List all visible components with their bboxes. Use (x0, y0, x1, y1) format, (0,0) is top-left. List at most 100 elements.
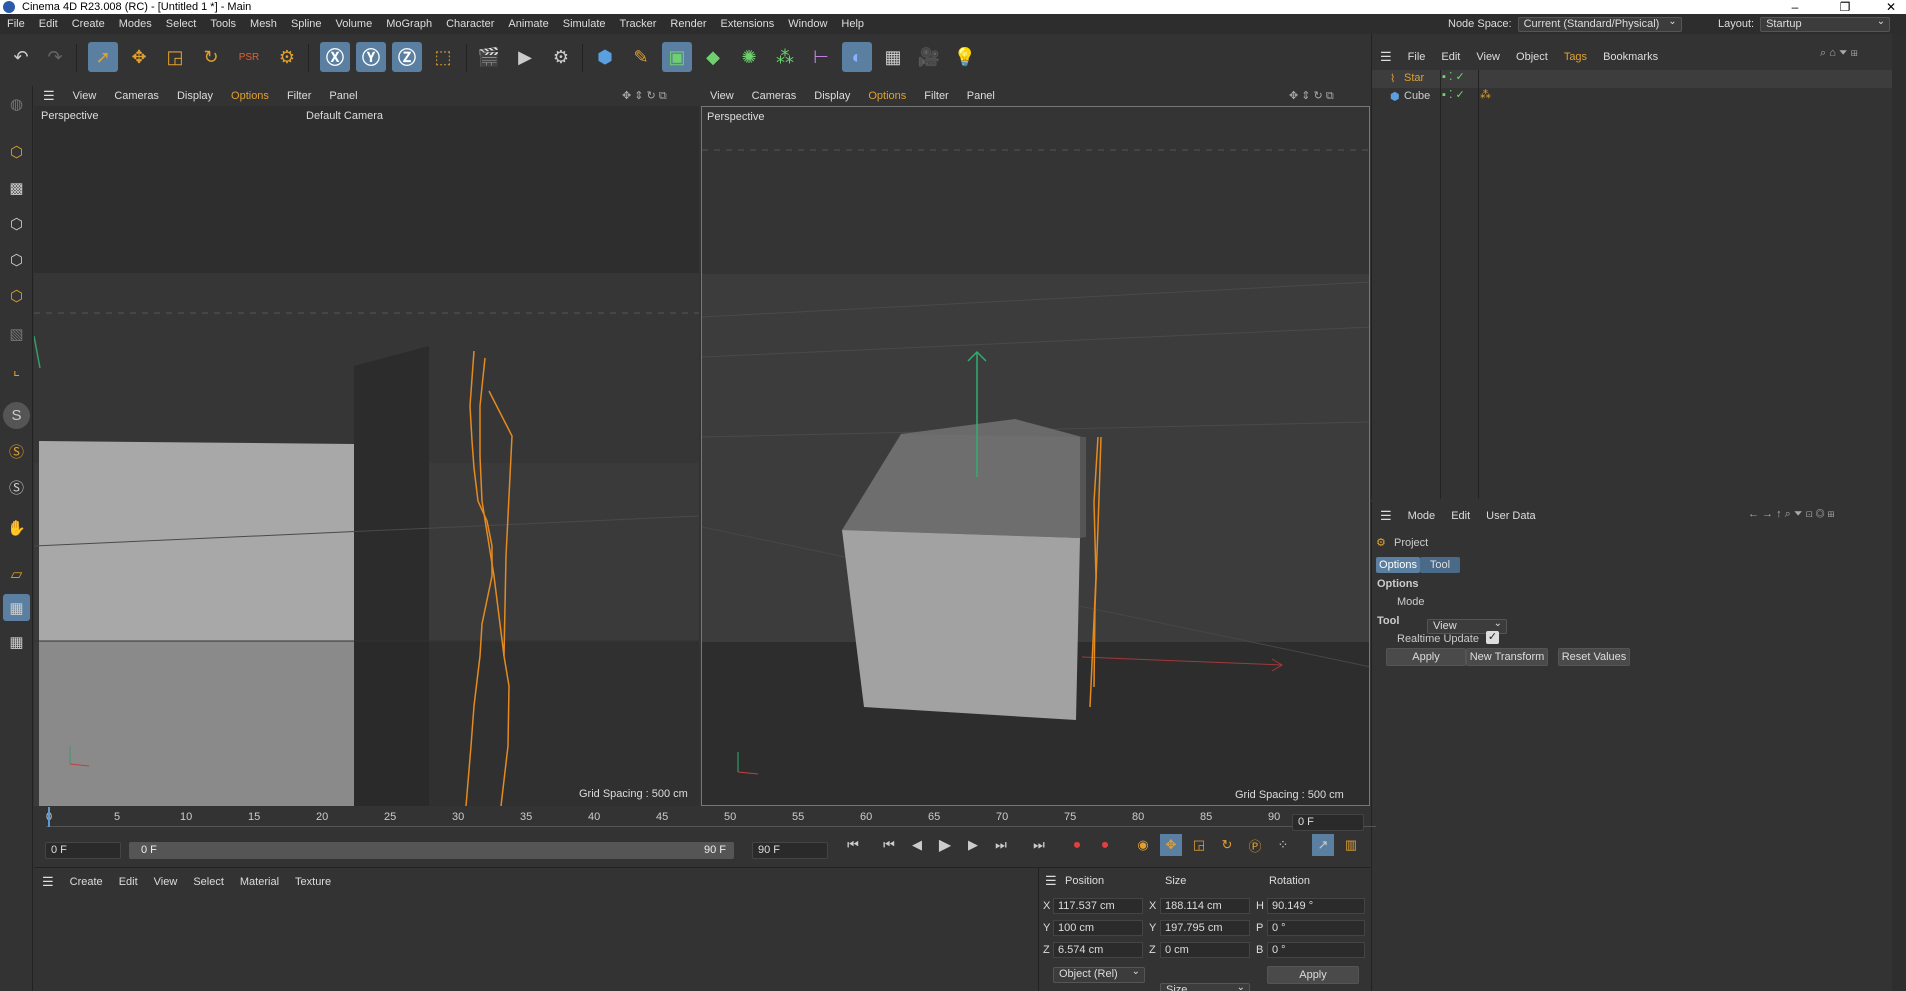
hamburger-icon[interactable]: ☰ (34, 874, 62, 890)
material-tag-icon[interactable]: ⁂ (1480, 88, 1491, 101)
select-tool-icon[interactable]: ➚ (88, 42, 118, 72)
object-row-cube[interactable]: ⬢ Cube ▪ ⁚ ✓ ⁂ (1372, 88, 1906, 106)
timeline-window-icon[interactable]: ▥ (1340, 834, 1362, 856)
vp-right-nav-icons[interactable]: ✥ ⇕ ↻ ⧉ (1289, 89, 1334, 103)
apply-button[interactable]: Apply (1386, 648, 1466, 666)
record-position-icon[interactable]: ✥ (1160, 834, 1182, 856)
om-object-menu[interactable]: Object (1508, 51, 1556, 63)
move-tool-icon[interactable]: ✥ (124, 42, 154, 72)
tab-options[interactable]: Options (1376, 557, 1420, 573)
vp-right-view-menu[interactable]: View (701, 90, 743, 102)
am-mode-menu[interactable]: Mode (1400, 510, 1444, 522)
camera-icon[interactable]: 🎥 (914, 42, 944, 72)
timeline-ruler[interactable]: 0 5 10 15 20 25 30 35 40 45 50 55 60 65 … (46, 807, 1376, 827)
solo-icon[interactable]: ▦ (3, 628, 30, 655)
extrude-icon[interactable]: ◆ (698, 42, 728, 72)
position-z-field[interactable]: 6.574 cm (1053, 942, 1143, 958)
field-icon[interactable]: ◐ (842, 42, 872, 72)
om-file-menu[interactable]: File (1400, 51, 1434, 63)
size-x-field[interactable]: 188.114 cm (1160, 898, 1250, 914)
rotate-tool-icon[interactable]: ↻ (196, 42, 226, 72)
side-tabs[interactable] (1892, 34, 1906, 991)
cube-visibility-icon[interactable]: ▪ ⁚ ✓ (1442, 88, 1465, 101)
vp-left-panel-menu[interactable]: Panel (320, 90, 366, 102)
psr-tool-icon[interactable]: PSR (234, 42, 264, 72)
tweak-icon[interactable]: ✋ (3, 514, 30, 541)
node-space-dropdown[interactable]: Current (Standard/Physical) (1517, 15, 1682, 32)
menu-create[interactable]: Create (65, 18, 112, 30)
playhead[interactable] (48, 807, 50, 827)
minimize-icon[interactable]: – (1780, 0, 1810, 14)
coordinates-apply-button[interactable]: Apply (1267, 966, 1359, 984)
light-icon[interactable]: 💡 (950, 42, 980, 72)
subdivision-icon[interactable]: ▣ (662, 42, 692, 72)
mm-select-menu[interactable]: Select (185, 876, 232, 888)
menu-volume[interactable]: Volume (329, 18, 380, 30)
hamburger-icon[interactable]: ☰ (1372, 49, 1400, 65)
am-userdata-menu[interactable]: User Data (1478, 510, 1544, 522)
menu-mograph[interactable]: MoGraph (379, 18, 439, 30)
render-region-icon[interactable]: 🎬 (474, 42, 504, 72)
autokey-icon[interactable]: ⏺ (1094, 834, 1116, 856)
menu-file[interactable]: File (0, 18, 32, 30)
menu-help[interactable]: Help (834, 18, 871, 30)
uv-mode-icon[interactable]: ▧ (3, 320, 30, 347)
hamburger-icon[interactable]: ☰ (1372, 508, 1400, 524)
play-icon[interactable]: ▶ (934, 834, 956, 856)
hamburger-icon[interactable]: ☰ (1045, 873, 1057, 889)
coordinate-system-icon[interactable]: ⬚ (428, 42, 458, 72)
left-viewport[interactable]: Perspective Default Camera Grid Spacing … (34, 106, 699, 806)
menu-character[interactable]: Character (439, 18, 501, 30)
menu-tools[interactable]: Tools (203, 18, 243, 30)
model-mode-icon[interactable]: ⬡ (3, 138, 30, 165)
restore-icon[interactable]: ❐ (1830, 0, 1860, 14)
vp-right-cameras-menu[interactable]: Cameras (743, 90, 806, 102)
undo-icon[interactable]: ↶ (6, 42, 36, 72)
quantize-icon[interactable]: Ⓢ (3, 474, 30, 501)
om-edit-menu[interactable]: Edit (1433, 51, 1468, 63)
axis-mode-icon[interactable]: ⌞ (3, 356, 30, 383)
object-name-star[interactable]: Star (1404, 72, 1424, 84)
next-key-icon[interactable]: ⏭ (990, 834, 1012, 856)
cube-object-icon[interactable]: ⬢ (590, 42, 620, 72)
redo-icon[interactable]: ↷ (40, 42, 70, 72)
snap-settings-icon[interactable]: Ⓢ (3, 438, 30, 465)
vp-right-panel-menu[interactable]: Panel (958, 90, 1004, 102)
keyframe-selection-icon[interactable]: ◉ (1132, 834, 1154, 856)
mm-material-menu[interactable]: Material (232, 876, 287, 888)
om-view-menu[interactable]: View (1468, 51, 1508, 63)
texture-mode-icon[interactable]: ▩ (3, 174, 30, 201)
am-edit-menu[interactable]: Edit (1443, 510, 1478, 522)
om-bookmarks-menu[interactable]: Bookmarks (1595, 51, 1666, 63)
rotation-p-field[interactable]: 0 ° (1267, 920, 1365, 936)
menu-edit[interactable]: Edit (32, 18, 65, 30)
vp-left-cameras-menu[interactable]: Cameras (105, 90, 168, 102)
menu-extensions[interactable]: Extensions (713, 18, 781, 30)
size-z-field[interactable]: 0 cm (1160, 942, 1250, 958)
reset-values-button[interactable]: Reset Values (1558, 648, 1630, 666)
size-y-field[interactable]: 197.795 cm (1160, 920, 1250, 936)
prev-frame-icon[interactable]: ◀ (906, 834, 928, 856)
am-nav-icons[interactable]: ← → ↑ ⌕ ⏷ ⊡ ◎ ⊞ (1740, 508, 1843, 521)
vp-left-filter-menu[interactable]: Filter (278, 90, 320, 102)
position-x-field[interactable]: 117.537 cm (1053, 898, 1143, 914)
mm-texture-menu[interactable]: Texture (287, 876, 339, 888)
vp-right-display-menu[interactable]: Display (805, 90, 859, 102)
current-frame-field[interactable]: 0 F (1292, 814, 1364, 831)
menu-spline[interactable]: Spline (284, 18, 329, 30)
menu-window[interactable]: Window (781, 18, 834, 30)
menu-modes[interactable]: Modes (112, 18, 159, 30)
locked-workplane-icon[interactable]: ▦ (3, 594, 30, 621)
goto-end-icon[interactable]: ⏭ (1028, 834, 1050, 856)
deformer-icon[interactable]: ⊢ (806, 42, 836, 72)
mm-edit-menu[interactable]: Edit (111, 876, 146, 888)
start-frame-field[interactable]: 0 F (45, 842, 121, 859)
record-rotation-icon[interactable]: ↻ (1216, 834, 1238, 856)
mm-create-menu[interactable]: Create (62, 876, 111, 888)
menu-simulate[interactable]: Simulate (556, 18, 613, 30)
workplane-icon[interactable]: ▱ (3, 560, 30, 587)
record-icon[interactable]: ⏺ (1066, 834, 1088, 856)
realtime-update-checkbox[interactable]: ✓ (1486, 631, 1499, 644)
end-frame-field[interactable]: 90 F (752, 842, 828, 859)
z-axis-lock-icon[interactable]: Ⓩ (392, 42, 422, 72)
